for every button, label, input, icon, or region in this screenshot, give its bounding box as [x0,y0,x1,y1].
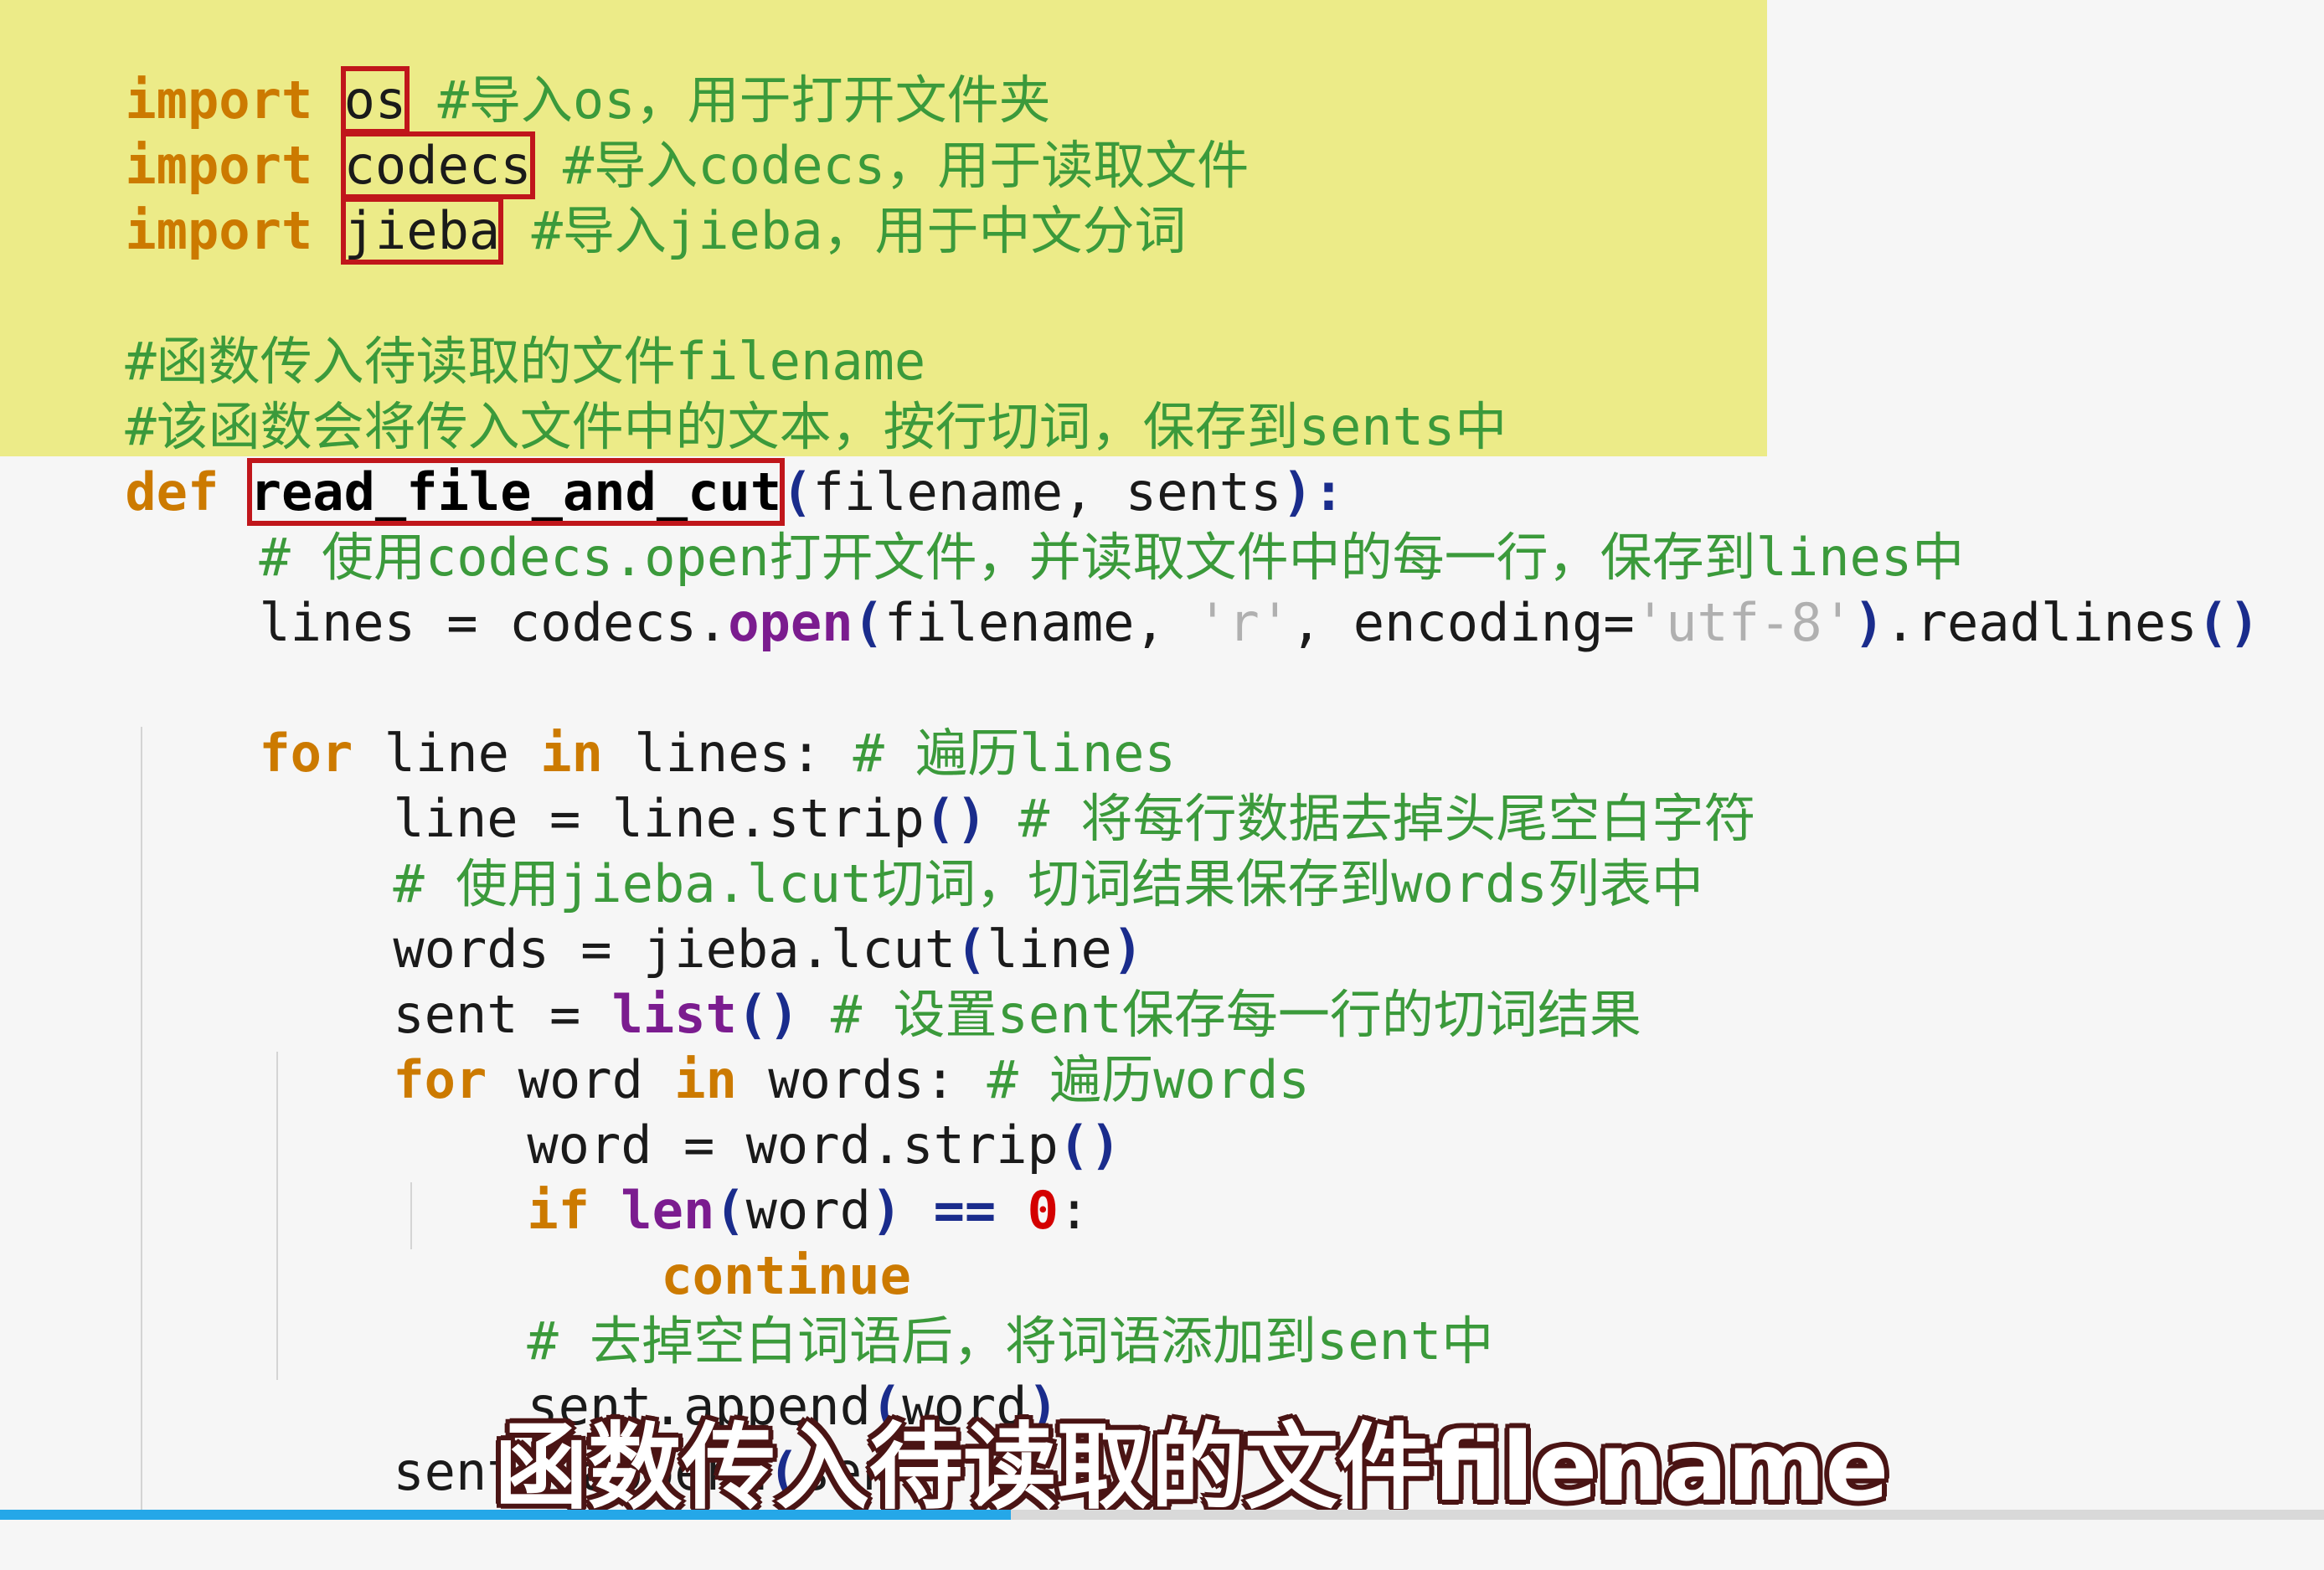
code-line-5: #函数传入待读取的文件filename [0,264,925,392]
code-line-17: word = word.strip() [402,1048,1121,1176]
paren: ) [1853,592,1885,653]
code-line-14: words = jieba.lcut(line) [268,852,1143,980]
code-line-15: sent = list() # 设置sent保存每一行的切词结果 [268,917,1641,1045]
builtin-open: open [728,592,853,653]
string-literal: 'r' [1197,592,1291,653]
code-line-1: import os #导入os，用于打开文件夹 [0,3,1051,134]
code-text: , encoding= [1291,592,1635,653]
code-line-19: continue [536,1178,911,1306]
code-text: filename, [884,592,1198,653]
video-progress-fill [0,1510,1012,1520]
operator: == [902,1180,1028,1241]
code-line-11: for line in lines: # 遍历lines [134,656,1176,784]
video-progress-bar[interactable] [0,1510,2324,1520]
string-literal: 'utf-8' [1634,592,1854,653]
code-line-13: # 使用jieba.lcut切词，切词结果保存到words列表中 [268,786,1703,914]
code-line-12: line = line.strip() # 将每行数据去掉头尾空白字符 [268,721,1755,849]
code-line-21: sent.append(word) [402,1309,1059,1437]
code-text: : [1058,1180,1090,1241]
code-line-2: import codecs #导入codecs，用于读取文件 [0,68,1249,199]
code-editor: import os #导入os，用于打开文件夹 import codecs #导… [0,0,2324,1520]
code-text: .readlines [1884,592,2198,653]
code-line-16: for word in words: # 遍历words [268,982,1310,1110]
code-line-6: #该函数会将传入文件中的文本，按行切词，保存到sents中 [0,329,1507,457]
code-line-18: if len(word) == 0: [402,1113,1090,1241]
paren: ( [853,592,884,653]
code-line-9: lines = codecs.open(filename, 'r', encod… [134,525,2260,653]
code-line-3: import jieba #导入jieba，用于中文分词 [0,133,1187,265]
code-line-7: def read_file_and_cut(filename, sents): [0,394,1344,526]
code-line-8: # 使用codecs.open打开文件，并读取文件中的每一行，保存到lines中 [134,460,1964,588]
paren: () [2197,592,2260,653]
video-subtitle: 函数传入待读取的文件filename [494,1413,1889,1522]
code-line-20: # 去掉空白词语后，将词语添加到sent中 [402,1243,1493,1372]
comment: #导入jieba，用于中文分词 [500,200,1187,261]
number-literal: 0 [1027,1180,1059,1241]
module-jieba: jieba [340,197,504,265]
code-text: lines = codecs. [259,592,729,653]
keyword-import: import [125,200,313,261]
